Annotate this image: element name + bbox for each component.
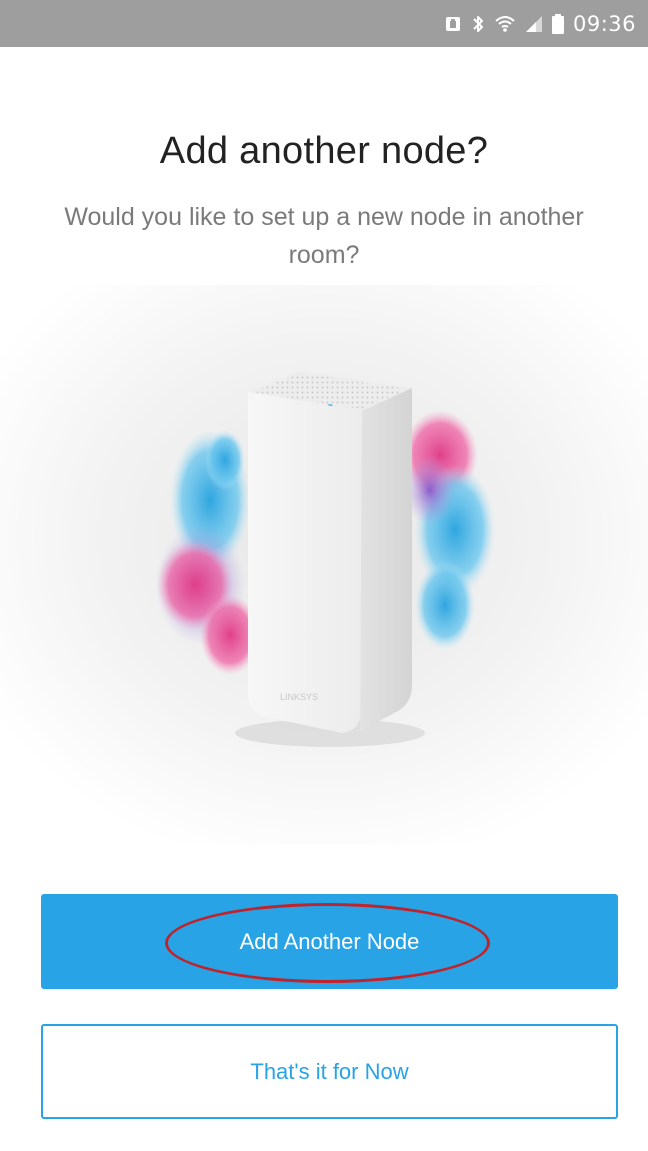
node-illustration: LINKSYS	[0, 285, 648, 845]
add-node-screen: 09:36 Add another node? Would you like t…	[0, 0, 648, 1151]
add-another-node-button[interactable]: Add Another Node	[41, 894, 618, 989]
page-title: Add another node?	[159, 130, 489, 172]
bluetooth-icon	[471, 14, 485, 34]
notification-icon	[444, 15, 462, 33]
signal-icon	[525, 15, 543, 33]
status-time: 09:36	[572, 11, 636, 36]
wifi-icon	[494, 14, 516, 34]
thats-it-for-now-button[interactable]: That's it for Now	[41, 1024, 618, 1119]
device-brand-label: LINKSYS	[280, 692, 318, 702]
status-icons: 09:36	[444, 12, 636, 36]
page-subtitle: Would you like to set up a new node in a…	[64, 203, 584, 269]
battery-icon	[551, 13, 564, 34]
status-bar: 09:36	[0, 0, 648, 47]
